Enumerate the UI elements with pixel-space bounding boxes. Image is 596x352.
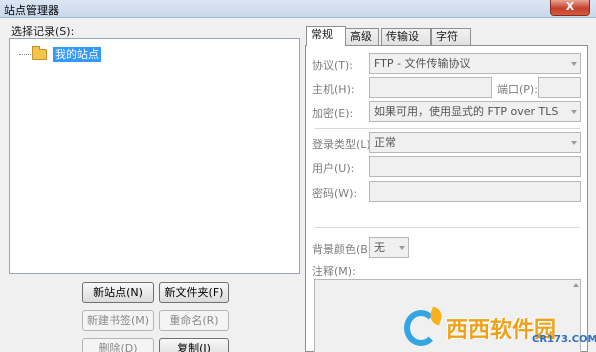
folder-icon — [32, 46, 47, 60]
tree-item-my-sites[interactable]: 我的站点 — [53, 47, 101, 62]
window-title: 站点管理器 — [4, 4, 59, 17]
divider — [314, 227, 580, 228]
copy-button[interactable]: 复制(I) — [159, 338, 229, 352]
watermark-logo: 西西软件园 CR173.COM — [404, 306, 596, 352]
host-label: 主机(H): — [312, 83, 355, 96]
logon-type-select[interactable]: 正常 — [369, 132, 581, 153]
tab-general[interactable]: 常规 — [306, 26, 346, 46]
watermark-url: CR173.COM — [532, 334, 596, 345]
user-input[interactable] — [369, 156, 581, 177]
tab-charset[interactable]: 字符集 — [431, 28, 471, 58]
divider — [314, 128, 580, 129]
scroll-up-icon[interactable] — [573, 283, 579, 287]
password-label: 密码(W): — [312, 187, 358, 200]
encryption-label: 加密(E): — [312, 107, 354, 120]
chevron-down-icon — [571, 62, 577, 66]
chevron-down-icon — [399, 246, 405, 250]
bg-color-value: 无 — [374, 241, 385, 254]
user-label: 用户(U): — [312, 162, 355, 175]
logon-type-value: 正常 — [374, 136, 396, 149]
tab-advanced[interactable]: 高级 — [345, 28, 379, 45]
title-bar: 站点管理器 X — [0, 0, 596, 18]
bg-color-select[interactable]: 无 — [369, 237, 409, 258]
protocol-label: 协议(T): — [312, 59, 354, 72]
site-tree[interactable]: 我的站点 — [9, 38, 300, 274]
chevron-down-icon — [571, 141, 577, 145]
select-entry-label: 选择记录(S): — [11, 25, 75, 38]
encryption-value: 如果可用，使用显式的 FTP over TLS — [374, 105, 559, 118]
port-label: 端口(P): — [497, 83, 538, 96]
host-input[interactable] — [369, 77, 492, 98]
new-site-button[interactable]: 新站点(N) — [82, 282, 154, 303]
comments-label: 注释(M): — [312, 265, 356, 278]
tree-connector — [19, 54, 31, 55]
logon-type-label: 登录类型(L): — [312, 138, 375, 151]
protocol-value: FTP - 文件传输协议 — [374, 57, 471, 70]
new-folder-button[interactable]: 新文件夹(F) — [159, 282, 229, 303]
port-input[interactable] — [538, 77, 581, 98]
encryption-select[interactable]: 如果可用，使用显式的 FTP over TLS — [369, 101, 581, 122]
new-bookmark-button[interactable]: 新建书签(M) — [82, 310, 154, 331]
delete-button[interactable]: 删除(D) — [82, 338, 154, 352]
password-input[interactable] — [369, 181, 581, 202]
protocol-select[interactable]: FTP - 文件传输协议 — [369, 53, 581, 74]
chevron-down-icon — [571, 110, 577, 114]
bg-color-label: 背景颜色(B) — [312, 243, 373, 256]
tab-transfer-settings[interactable]: 传输设置 — [381, 28, 431, 58]
close-button[interactable]: X — [550, 0, 590, 16]
rename-button[interactable]: 重命名(R) — [159, 310, 229, 331]
